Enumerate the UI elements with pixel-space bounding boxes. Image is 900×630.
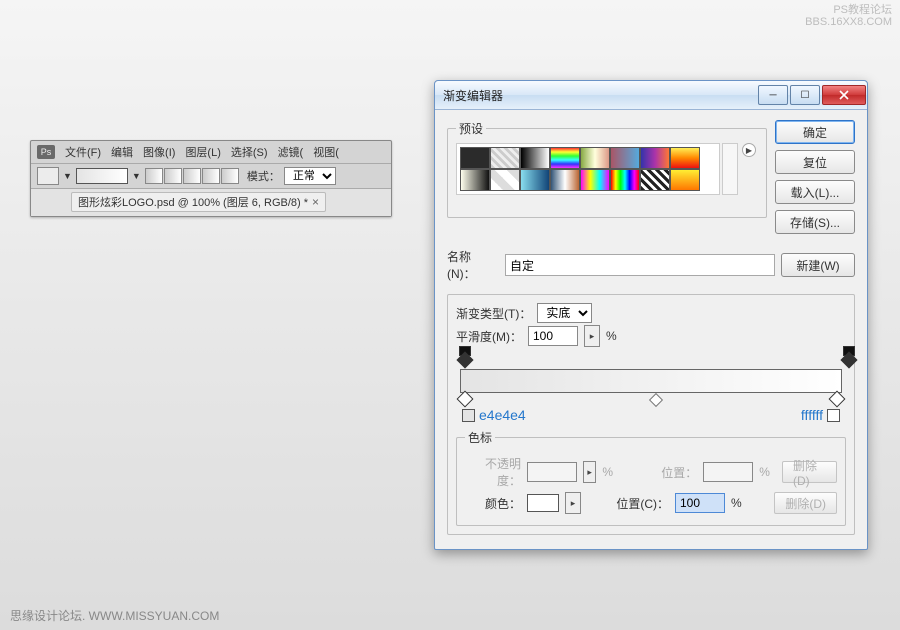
right-color-label: ffffff <box>801 407 840 423</box>
stops-group: 色标 不透明度： ▸ % 位置： % 删除(D) 颜色： ▸ <box>456 429 846 526</box>
menu-image[interactable]: 图像(I) <box>143 144 175 160</box>
titlebar[interactable]: 渐变编辑器 ─ ☐ <box>435 81 867 110</box>
preset-swatch[interactable] <box>520 147 550 169</box>
presets-menu-icon[interactable]: ▶ <box>742 143 756 157</box>
type-label: 渐变类型(T)： <box>456 305 531 322</box>
ps-logo: Ps <box>37 145 55 159</box>
preset-swatch[interactable] <box>610 169 640 191</box>
document-tab[interactable]: 图形炫彩LOGO.psd @ 100% (图层 6, RGB/8) * × <box>71 192 326 212</box>
left-color-label: e4e4e4 <box>462 407 526 423</box>
type-select[interactable]: 实底 <box>537 303 592 323</box>
preset-grid <box>456 143 720 195</box>
mode-select[interactable]: 正常 <box>284 167 336 185</box>
document-title: 图形炫彩LOGO.psd @ 100% (图层 6, RGB/8) * <box>78 194 308 210</box>
preset-swatch[interactable] <box>610 147 640 169</box>
menu-edit[interactable]: 编辑 <box>111 144 133 160</box>
percent-label: % <box>731 496 742 510</box>
right-color-swatch-icon <box>827 409 840 422</box>
preset-swatch[interactable] <box>670 147 700 169</box>
preset-swatch[interactable] <box>490 169 520 191</box>
radial-gradient-button[interactable] <box>164 168 182 184</box>
opacity-input <box>527 462 577 482</box>
percent-label: % <box>606 329 617 343</box>
maximize-button[interactable]: ☐ <box>790 85 820 105</box>
preset-swatch[interactable] <box>670 169 700 191</box>
preset-swatch[interactable] <box>550 147 580 169</box>
color-stop-right[interactable] <box>829 391 846 408</box>
gradient-bar[interactable] <box>460 369 842 393</box>
midpoint-handle[interactable] <box>649 393 663 407</box>
smoothness-label: 平滑度(M)： <box>456 328 522 345</box>
presets-group: 预设 ▶ <box>447 120 767 218</box>
ok-button[interactable]: 确定 <box>775 120 855 144</box>
new-button[interactable]: 新建(W) <box>781 253 855 277</box>
opacity-spinner: ▸ <box>583 461 596 483</box>
preset-swatch[interactable] <box>520 169 550 191</box>
menubar: Ps 文件(F) 编辑 图像(I) 图层(L) 选择(S) 滤镜( 视图( <box>31 141 391 164</box>
load-button[interactable]: 载入(L)... <box>775 180 855 204</box>
minimize-button[interactable]: ─ <box>758 85 788 105</box>
watermark-bottom-left: 思缘设计论坛. WWW.MISSYUAN.COM <box>10 607 219 624</box>
presets-legend: 预设 <box>456 120 486 137</box>
watermark-top-right: PS教程论坛 BBS.16XX8.COM <box>805 4 892 28</box>
menu-select[interactable]: 选择(S) <box>231 144 268 160</box>
close-icon[interactable]: × <box>312 195 319 209</box>
percent-label: % <box>602 465 613 479</box>
position2-input[interactable] <box>675 493 725 513</box>
gradient-type-buttons <box>145 168 239 184</box>
preset-scrollbar[interactable] <box>722 143 738 195</box>
smoothness-input[interactable] <box>528 326 578 346</box>
opacity-label: 不透明度： <box>465 455 521 489</box>
preset-swatch[interactable] <box>580 147 610 169</box>
preset-swatch[interactable] <box>640 147 670 169</box>
dropdown-caret-icon[interactable]: ▼ <box>63 171 72 181</box>
color-label: 颜色： <box>465 495 521 512</box>
left-color-swatch-icon <box>462 409 475 422</box>
mode-label: 模式： <box>247 168 280 184</box>
angle-gradient-button[interactable] <box>183 168 201 184</box>
menu-view[interactable]: 视图( <box>313 144 339 160</box>
gradient-preview[interactable] <box>76 168 128 184</box>
delete-opacity-stop-button: 删除(D) <box>782 461 837 483</box>
name-input[interactable] <box>505 254 775 276</box>
reset-button[interactable]: 复位 <box>775 150 855 174</box>
preset-swatch[interactable] <box>490 147 520 169</box>
position-input <box>703 462 753 482</box>
menu-file[interactable]: 文件(F) <box>65 144 101 160</box>
tool-selector[interactable] <box>37 167 59 185</box>
menu-filter[interactable]: 滤镜( <box>278 144 304 160</box>
linear-gradient-button[interactable] <box>145 168 163 184</box>
diamond-gradient-button[interactable] <box>221 168 239 184</box>
gradient-settings-group: 渐变类型(T)： 实底 平滑度(M)： ▸ % <box>447 294 855 535</box>
percent-label: % <box>759 465 770 479</box>
position2-label: 位置(C)： <box>613 495 669 512</box>
smoothness-spinner[interactable]: ▸ <box>584 325 600 347</box>
delete-color-stop-button: 删除(D) <box>774 492 837 514</box>
color-spinner[interactable]: ▸ <box>565 492 581 514</box>
dialog-title: 渐变编辑器 <box>443 87 757 104</box>
options-bar: ▼ ▼ 模式： 正常 <box>31 164 391 189</box>
menu-layer[interactable]: 图层(L) <box>185 144 220 160</box>
gradient-editor-dialog: 渐变编辑器 ─ ☐ 预设 ▶ 确定 复位 <box>434 80 868 550</box>
preset-swatch[interactable] <box>580 169 610 191</box>
position-label: 位置： <box>641 464 697 481</box>
preset-swatch[interactable] <box>550 169 580 191</box>
preset-swatch[interactable] <box>640 169 670 191</box>
reflected-gradient-button[interactable] <box>202 168 220 184</box>
photoshop-toolbar: Ps 文件(F) 编辑 图像(I) 图层(L) 选择(S) 滤镜( 视图( ▼ … <box>30 140 392 217</box>
close-button[interactable] <box>822 85 866 105</box>
stops-legend: 色标 <box>465 429 495 446</box>
save-button[interactable]: 存储(S)... <box>775 210 855 234</box>
color-swatch[interactable] <box>527 494 559 512</box>
preset-swatch[interactable] <box>460 147 490 169</box>
document-tabs: 图形炫彩LOGO.psd @ 100% (图层 6, RGB/8) * × <box>31 189 391 216</box>
preset-swatch[interactable] <box>460 169 490 191</box>
color-stop-left[interactable] <box>457 391 474 408</box>
dropdown-caret-icon[interactable]: ▼ <box>132 171 141 181</box>
name-label: 名称(N)： <box>447 248 499 282</box>
